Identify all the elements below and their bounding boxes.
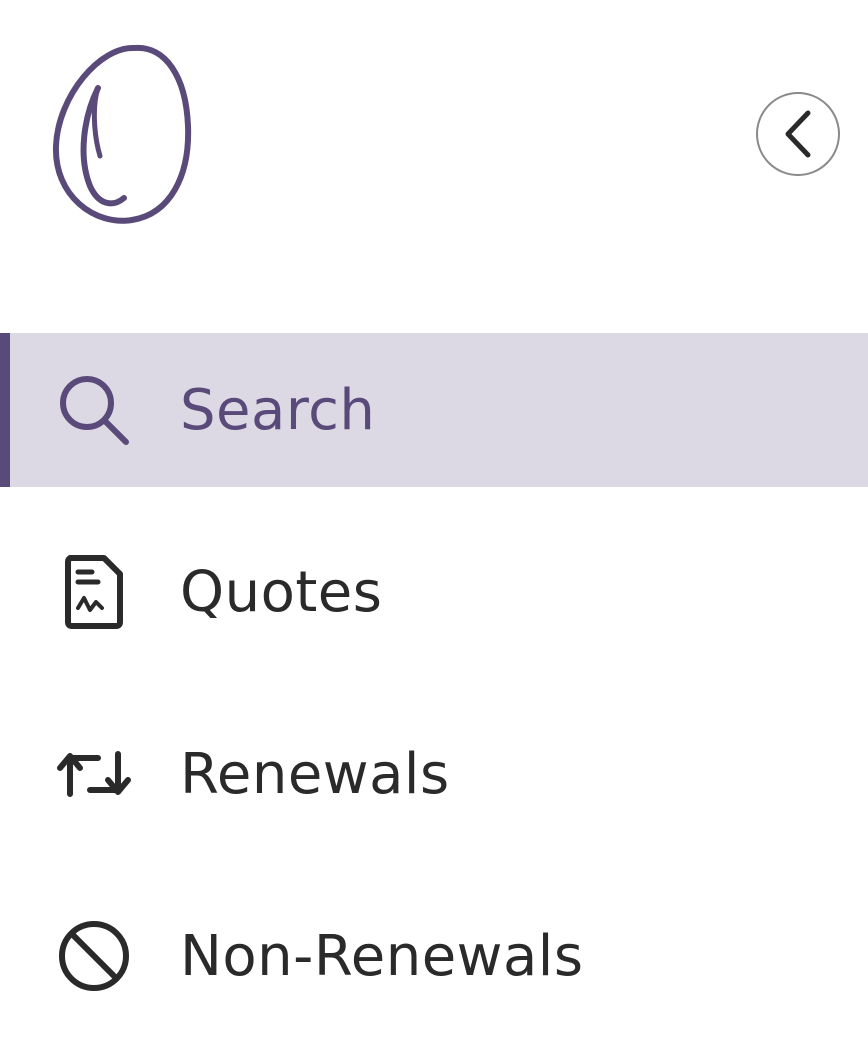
search-icon [54, 370, 134, 450]
sidebar-item-label: Search [180, 377, 376, 443]
document-signature-icon [54, 552, 134, 632]
chevron-left-icon [785, 110, 811, 158]
sidebar-item-label: Renewals [180, 741, 450, 807]
collapse-sidebar-button[interactable] [756, 92, 840, 176]
sidebar-item-quotes[interactable]: Quotes [0, 515, 868, 669]
script-o-logo-icon [52, 44, 192, 224]
sidebar-item-search[interactable]: Search [0, 333, 868, 487]
repeat-arrows-icon [54, 734, 134, 814]
prohibited-icon [54, 916, 134, 996]
sidebar-item-label: Non-Renewals [180, 923, 584, 989]
sidebar-item-non-renewals[interactable]: Non-Renewals [0, 879, 868, 1033]
sidebar-item-label: Quotes [180, 559, 383, 625]
brand-logo[interactable] [40, 36, 210, 232]
sidebar-header [0, 0, 868, 300]
sidebar-item-renewals[interactable]: Renewals [0, 697, 868, 851]
sidebar-nav: Search Quotes Renewals Non-Renewals [0, 333, 868, 1052]
